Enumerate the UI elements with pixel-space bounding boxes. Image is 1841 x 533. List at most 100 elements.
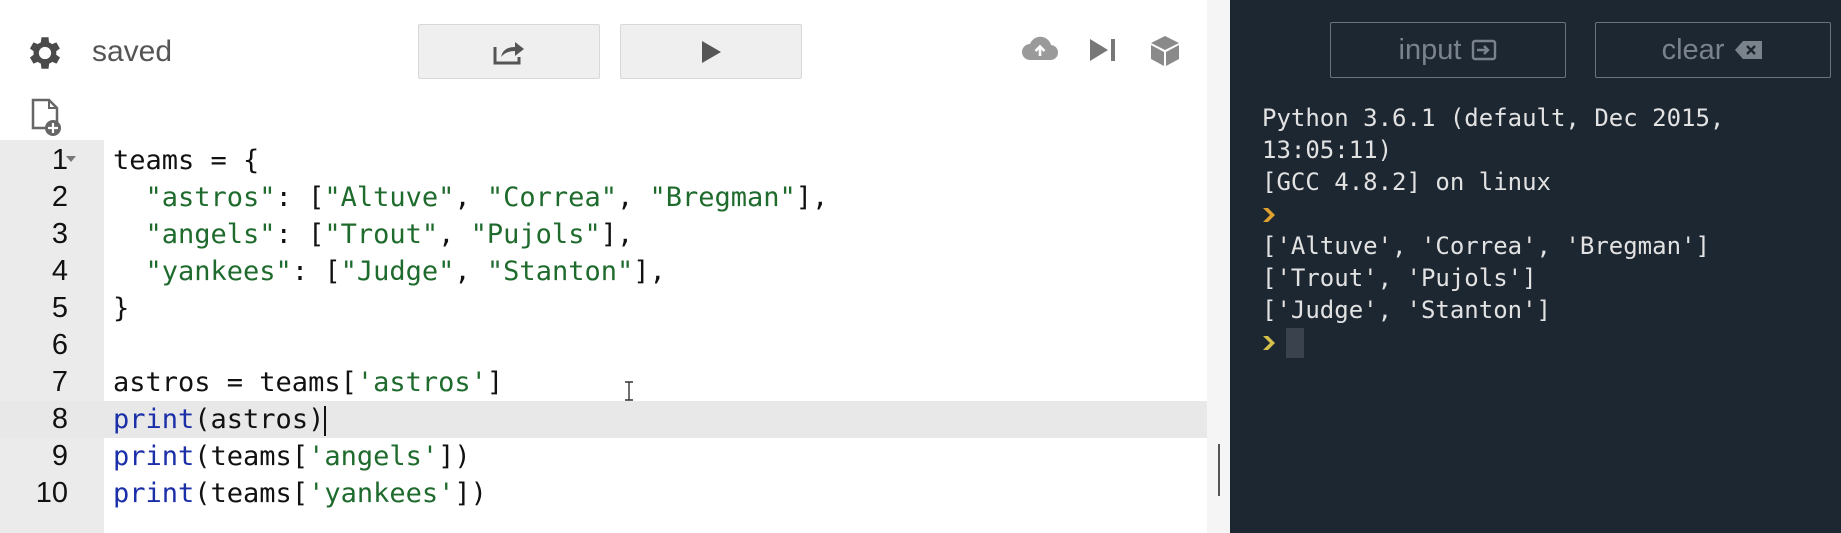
line-number: 10	[35, 477, 68, 509]
code-token: ]	[486, 367, 504, 398]
code-text: astros = teams['astros']	[113, 364, 503, 401]
console-line: [GCC 4.8.2] on linux	[1262, 166, 1832, 198]
line-number: 9	[51, 440, 68, 472]
string-token: "yankees"	[145, 256, 292, 287]
editor-pane: saved 1 teams = {2 "astros": ["Altuve",…	[0, 0, 1207, 533]
fold-arrow-icon[interactable]	[66, 156, 76, 162]
string-token: "Bregman"	[649, 182, 796, 213]
gear-icon[interactable]	[24, 32, 66, 74]
console-text: ['Altuve', 'Correa', 'Bregman']	[1262, 232, 1710, 260]
console-text: Python 3.6.1 (default, Dec 2015,	[1262, 104, 1725, 132]
code-line[interactable]: 6	[0, 327, 1207, 364]
code-token: : [	[275, 182, 325, 213]
code-text: "astros": ["Altuve", "Correa", "Bregman"…	[113, 179, 829, 216]
string-token: "Altuve"	[324, 182, 455, 213]
code-line[interactable]: 9 print(teams['angels'])	[0, 438, 1207, 475]
line-number: 6	[51, 329, 68, 361]
code-line[interactable]: 8 print(astros)	[0, 401, 1207, 438]
string-token: "Judge"	[340, 256, 455, 287]
code-editor[interactable]: 1 teams = {2 "astros": ["Altuve", "Correa…	[0, 140, 1207, 533]
save-status: saved	[92, 35, 173, 68]
pane-divider[interactable]	[1207, 0, 1230, 533]
keyword-token: print	[113, 404, 195, 435]
line-number: 1	[51, 144, 68, 176]
text-cursor-icon	[625, 381, 633, 401]
backspace-icon	[1735, 41, 1763, 59]
code-token: ])	[438, 441, 471, 472]
code-line[interactable]: 1 teams = {	[0, 142, 1207, 179]
code-token: ,	[454, 256, 487, 287]
clear-button-label: clear	[1661, 33, 1725, 66]
share-icon	[493, 41, 524, 64]
console-text: [GCC 4.8.2] on linux	[1262, 168, 1551, 196]
share-button[interactable]	[418, 24, 600, 79]
text-caret	[324, 405, 327, 436]
code-text: "angels": ["Trout", "Pujols"],	[113, 216, 634, 253]
code-text: teams = {	[113, 142, 259, 179]
code-token: ,	[454, 182, 487, 213]
code-token: : [	[275, 219, 325, 250]
code-token: (astros)	[194, 404, 325, 435]
string-token: "Pujols"	[470, 219, 601, 250]
console-line: ['Altuve', 'Correa', 'Bregman']	[1262, 230, 1832, 262]
console-line: ['Trout', 'Pujols']	[1262, 262, 1832, 294]
string-token: 'yankees'	[308, 478, 455, 509]
code-token: }	[113, 293, 130, 324]
code-token: (teams[	[194, 478, 309, 509]
prompt-icon	[1263, 336, 1275, 350]
step-icon[interactable]	[1083, 30, 1123, 70]
resize-handle[interactable]	[1218, 444, 1220, 496]
string-token: 'angels'	[308, 441, 439, 472]
console-line: Python 3.6.1 (default, Dec 2015,	[1262, 102, 1832, 134]
code-text: print(teams['yankees'])	[113, 475, 487, 512]
code-token: ,	[438, 219, 471, 250]
string-token: "Trout"	[324, 219, 439, 250]
clear-button[interactable]: clear	[1595, 22, 1831, 78]
package-icon[interactable]	[1145, 30, 1185, 70]
console-line	[1262, 198, 1832, 230]
line-number: 8	[51, 403, 68, 435]
play-icon	[702, 40, 721, 63]
input-icon	[1472, 39, 1497, 61]
string-token: "angels"	[145, 219, 276, 250]
line-number: 2	[51, 181, 68, 213]
toolbar: saved	[0, 0, 1207, 100]
console-line: ['Judge', 'Stanton']	[1262, 294, 1832, 326]
code-line[interactable]: 2 "astros": ["Altuve", "Correa", "Bregma…	[0, 179, 1207, 216]
code-token: (teams[	[194, 441, 309, 472]
code-line[interactable]: 5}	[0, 290, 1207, 327]
input-button[interactable]: input	[1330, 22, 1566, 78]
cloud-upload-icon[interactable]	[1020, 30, 1060, 70]
line-number: 3	[51, 218, 68, 250]
code-token: ],	[795, 182, 829, 213]
keyword-token: print	[113, 478, 195, 509]
code-token: ,	[616, 182, 650, 213]
code-token: : [	[291, 256, 341, 287]
run-button[interactable]	[620, 24, 802, 79]
code-text: print(astros)	[113, 401, 327, 438]
console-cursor[interactable]	[1286, 328, 1304, 358]
string-token: "Correa"	[486, 182, 617, 213]
line-number: 7	[51, 366, 68, 398]
code-line[interactable]: 7 astros = teams['astros']	[0, 364, 1207, 401]
code-token: astros = teams[	[113, 367, 357, 398]
code-text: "yankees": ["Judge", "Stanton"],	[113, 253, 666, 290]
code-token: ],	[600, 219, 634, 250]
console-text: 13:05:11)	[1262, 136, 1393, 164]
line-number: 5	[51, 292, 68, 324]
string-token: "Stanton"	[486, 256, 634, 287]
code-token: ],	[633, 256, 666, 287]
line-number: 4	[51, 255, 68, 287]
code-line[interactable]: 4 "yankees": ["Judge", "Stanton"],	[0, 253, 1207, 290]
new-file-icon[interactable]	[30, 98, 64, 138]
console-text: ['Judge', 'Stanton']	[1262, 296, 1551, 324]
code-line[interactable]: 10 print(teams['yankees'])	[0, 475, 1207, 512]
console-text: ['Trout', 'Pujols']	[1262, 264, 1537, 292]
console-line	[1262, 326, 1832, 358]
code-text: print(teams['angels'])	[113, 438, 471, 475]
console-output[interactable]: Python 3.6.1 (default, Dec 2015, 13:05:11…	[1262, 102, 1832, 358]
keyword-token: print	[113, 441, 195, 472]
code-line[interactable]: 3 "angels": ["Trout", "Pujols"],	[0, 216, 1207, 253]
